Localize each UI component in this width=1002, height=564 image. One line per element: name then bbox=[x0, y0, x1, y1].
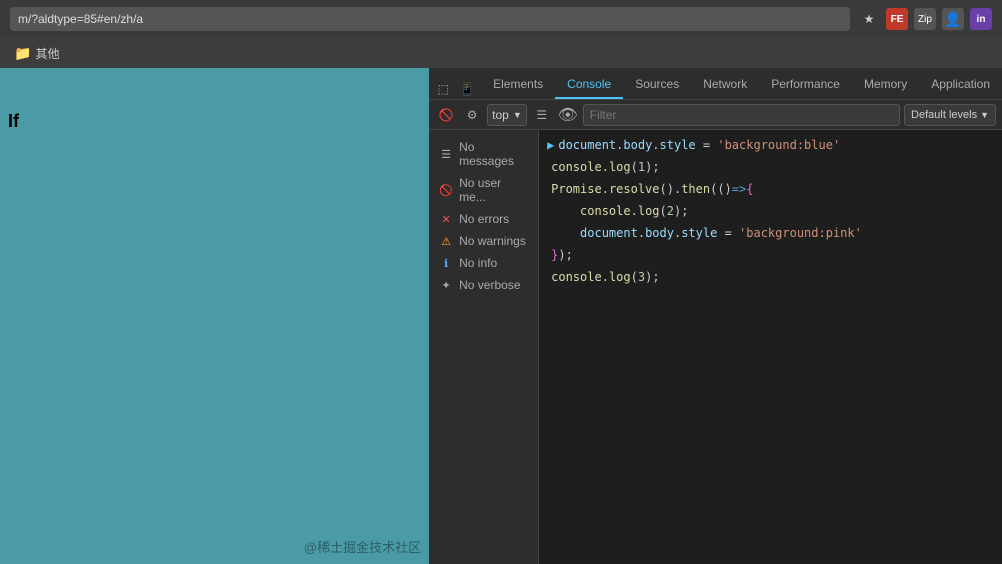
sidebar-warnings-label: No warnings bbox=[459, 234, 526, 248]
tab-network[interactable]: Network bbox=[691, 71, 759, 99]
warning-icon: ⚠ bbox=[439, 234, 453, 248]
page-content: If @稀土掘金技术社区 bbox=[0, 68, 429, 564]
console-line-1: ▶ document.body.style = 'background:blue… bbox=[539, 134, 1002, 156]
sidebar-item-user[interactable]: 🚫 No user me... bbox=[429, 172, 538, 208]
inspect-icon[interactable]: ⬚ bbox=[433, 79, 453, 99]
device-icon[interactable]: 📱 bbox=[457, 79, 477, 99]
bookmark-star-icon[interactable]: ★ bbox=[858, 8, 880, 30]
console-line-3: Promise.resolve().then(()=>{ bbox=[539, 178, 1002, 200]
default-levels-button[interactable]: Default levels ▼ bbox=[904, 104, 996, 126]
ext-icon-4[interactable]: in bbox=[970, 8, 992, 30]
sidebar-verbose-label: No verbose bbox=[459, 278, 520, 292]
devtools-panel: ⬚ 📱 Elements Console Sources Network Per… bbox=[429, 68, 1002, 564]
context-selector[interactable]: top ▼ bbox=[487, 104, 527, 126]
default-levels-arrow-icon: ▼ bbox=[980, 110, 989, 120]
url-text: m/?aldtype=85#en/zh/a bbox=[18, 12, 143, 26]
code-snippet-3: Promise.resolve().then(()=>{ bbox=[551, 180, 994, 198]
browser-icons: ★ FE Zip 👤 in bbox=[858, 8, 992, 30]
sidebar-item-messages[interactable]: ☰ No messages bbox=[429, 136, 538, 172]
console-line-2: console.log(1); bbox=[539, 156, 1002, 178]
messages-icon: ☰ bbox=[439, 147, 453, 161]
tab-application[interactable]: Application bbox=[919, 71, 1002, 99]
sidebar-item-warnings[interactable]: ⚠ No warnings bbox=[429, 230, 538, 252]
user-icon: 🚫 bbox=[439, 183, 453, 197]
tab-console[interactable]: Console bbox=[555, 71, 623, 99]
tab-performance[interactable]: Performance bbox=[759, 71, 852, 99]
console-line-4: console.log(2); bbox=[539, 200, 1002, 222]
toggle-sidebar-button[interactable]: ☰ bbox=[531, 104, 553, 126]
code-snippet-1: document.body.style = 'background:blue' bbox=[558, 136, 994, 154]
prompt-arrow: ▶ bbox=[547, 136, 554, 154]
sidebar-item-verbose[interactable]: ✦ No verbose bbox=[429, 274, 538, 296]
filter-input[interactable] bbox=[583, 104, 900, 126]
console-line-5: document.body.style = 'background:pink' bbox=[539, 222, 1002, 244]
page-text: If bbox=[0, 107, 27, 136]
code-snippet-5: document.body.style = 'background:pink' bbox=[551, 224, 994, 242]
code-snippet-2: console.log(1); bbox=[551, 158, 994, 176]
sidebar-item-errors[interactable]: ✕ No errors bbox=[429, 208, 538, 230]
bookmark-label: 其他 bbox=[35, 45, 59, 62]
watermark: @稀土掘金技术社区 bbox=[304, 537, 421, 556]
console-output[interactable]: ▶ document.body.style = 'background:blue… bbox=[539, 130, 1002, 564]
console-line-7: console.log(3); bbox=[539, 266, 1002, 288]
devtools-tab-icons: ⬚ 📱 bbox=[429, 79, 481, 99]
tab-sources[interactable]: Sources bbox=[623, 71, 691, 99]
sidebar-messages-label: No messages bbox=[459, 140, 528, 168]
ext-icon-2[interactable]: Zip bbox=[914, 8, 936, 30]
tab-elements[interactable]: Elements bbox=[481, 71, 555, 99]
context-dropdown-icon: ▼ bbox=[513, 110, 522, 120]
error-icon: ✕ bbox=[439, 212, 453, 226]
folder-icon: 📁 bbox=[14, 45, 31, 62]
ext-icon-1[interactable]: FE bbox=[886, 8, 908, 30]
eye-icon[interactable]: 👁 bbox=[557, 104, 579, 126]
sidebar-errors-label: No errors bbox=[459, 212, 509, 226]
bookmark-folder[interactable]: 📁 其他 bbox=[8, 43, 65, 64]
context-value: top bbox=[492, 108, 509, 122]
code-snippet-6: }); bbox=[551, 246, 994, 264]
devtools-toolbar: 🚫 ⚙ top ▼ ☰ 👁 Default levels ▼ bbox=[429, 100, 1002, 130]
settings-button[interactable]: ⚙ bbox=[461, 104, 483, 126]
devtools-body: ☰ No messages 🚫 No user me... ✕ No error… bbox=[429, 130, 1002, 564]
console-sidebar: ☰ No messages 🚫 No user me... ✕ No error… bbox=[429, 130, 539, 564]
sidebar-info-label: No info bbox=[459, 256, 497, 270]
sidebar-user-label: No user me... bbox=[459, 176, 528, 204]
info-icon: ℹ bbox=[439, 256, 453, 270]
default-levels-label: Default levels bbox=[911, 109, 977, 121]
code-snippet-4: console.log(2); bbox=[551, 202, 994, 220]
console-line-6: }); bbox=[539, 244, 1002, 266]
url-bar[interactable]: m/?aldtype=85#en/zh/a bbox=[10, 7, 850, 31]
verbose-icon: ✦ bbox=[439, 278, 453, 292]
bookmarks-bar: 📁 其他 bbox=[0, 38, 1002, 68]
clear-console-button[interactable]: 🚫 bbox=[435, 104, 457, 126]
code-snippet-7: console.log(3); bbox=[551, 268, 994, 286]
devtools-tabs: ⬚ 📱 Elements Console Sources Network Per… bbox=[429, 68, 1002, 100]
ext-icon-3[interactable]: 👤 bbox=[942, 8, 964, 30]
page-area: If @稀土掘金技术社区 ⬚ 📱 Elements Console Source… bbox=[0, 68, 1002, 564]
tab-memory[interactable]: Memory bbox=[852, 71, 919, 99]
browser-bar: m/?aldtype=85#en/zh/a ★ FE Zip 👤 in bbox=[0, 0, 1002, 38]
sidebar-item-info[interactable]: ℹ No info bbox=[429, 252, 538, 274]
